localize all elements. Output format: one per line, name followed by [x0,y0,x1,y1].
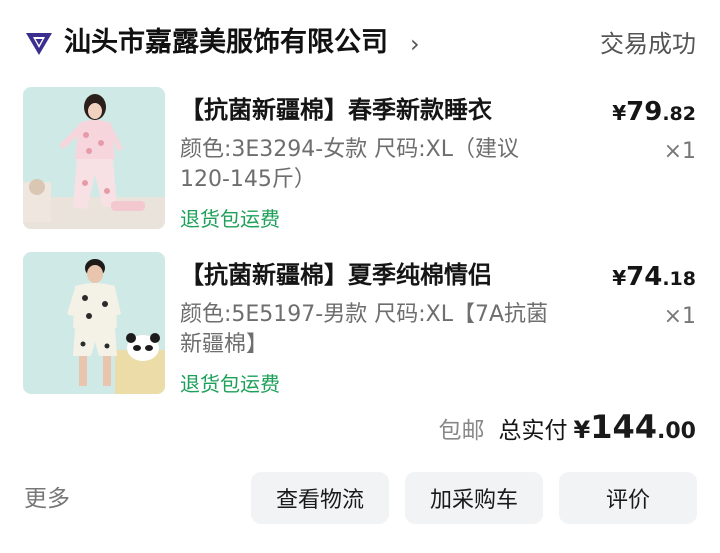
order-item[interactable]: 【抗菌新疆棉】春季新款睡衣 颜色:3E3294-女款 尺码:XL（建议120-1… [0,87,720,237]
total-paid-label: 总实付 [498,418,568,444]
order-status: 交易成功 [600,30,696,58]
free-shipping-label: 包邮 [438,418,485,444]
product-thumbnail[interactable] [23,87,165,229]
chevron-right-icon[interactable]: › [410,26,420,62]
price-currency: ¥ [612,101,627,125]
item-quantity: ×1 [663,304,696,329]
price-integer: 74 [626,262,663,292]
review-button[interactable]: 评价 [559,472,697,524]
price-decimal: .82 [662,103,696,125]
product-spec: 颜色:3E3294-女款 尺码:XL（建议120-145斤） [180,137,519,192]
total-integer: 144 [590,408,658,446]
item-quantity: ×1 [663,139,696,164]
price-integer: 79 [626,97,663,127]
product-spec: 颜色:5E5197-男款 尺码:XL【7A抗菌新疆棉】 [180,302,549,357]
add-to-purchase-cart-button[interactable]: 加采购车 [405,472,543,524]
total-decimal: .00 [657,419,696,444]
return-shipping-tag: 退货包运费 [180,207,280,231]
product-thumbnail[interactable] [23,252,165,394]
item-price: ¥74.18 [612,260,696,297]
product-title[interactable]: 【抗菌新疆棉】夏季纯棉情侣 [180,258,492,292]
product-title[interactable]: 【抗菌新疆棉】春季新款睡衣 [180,93,492,127]
view-logistics-button[interactable]: 查看物流 [251,472,389,524]
order-total: 包邮 总实付 ¥144.00 [439,408,696,452]
order-item[interactable]: 【抗菌新疆棉】夏季纯棉情侣 颜色:5E5197-男款 尺码:XL【7A抗菌新疆棉… [0,252,720,402]
price-decimal: .18 [662,268,696,290]
item-price: ¥79.82 [612,95,696,132]
price-currency: ¥ [612,266,627,290]
more-button[interactable]: 更多 [24,482,70,516]
shop-name[interactable]: 汕头市嘉露美服饰有限公司 [64,24,388,62]
return-shipping-tag: 退货包运费 [180,372,280,396]
total-currency: ¥ [573,416,591,444]
shop-logo-icon[interactable] [24,28,54,58]
